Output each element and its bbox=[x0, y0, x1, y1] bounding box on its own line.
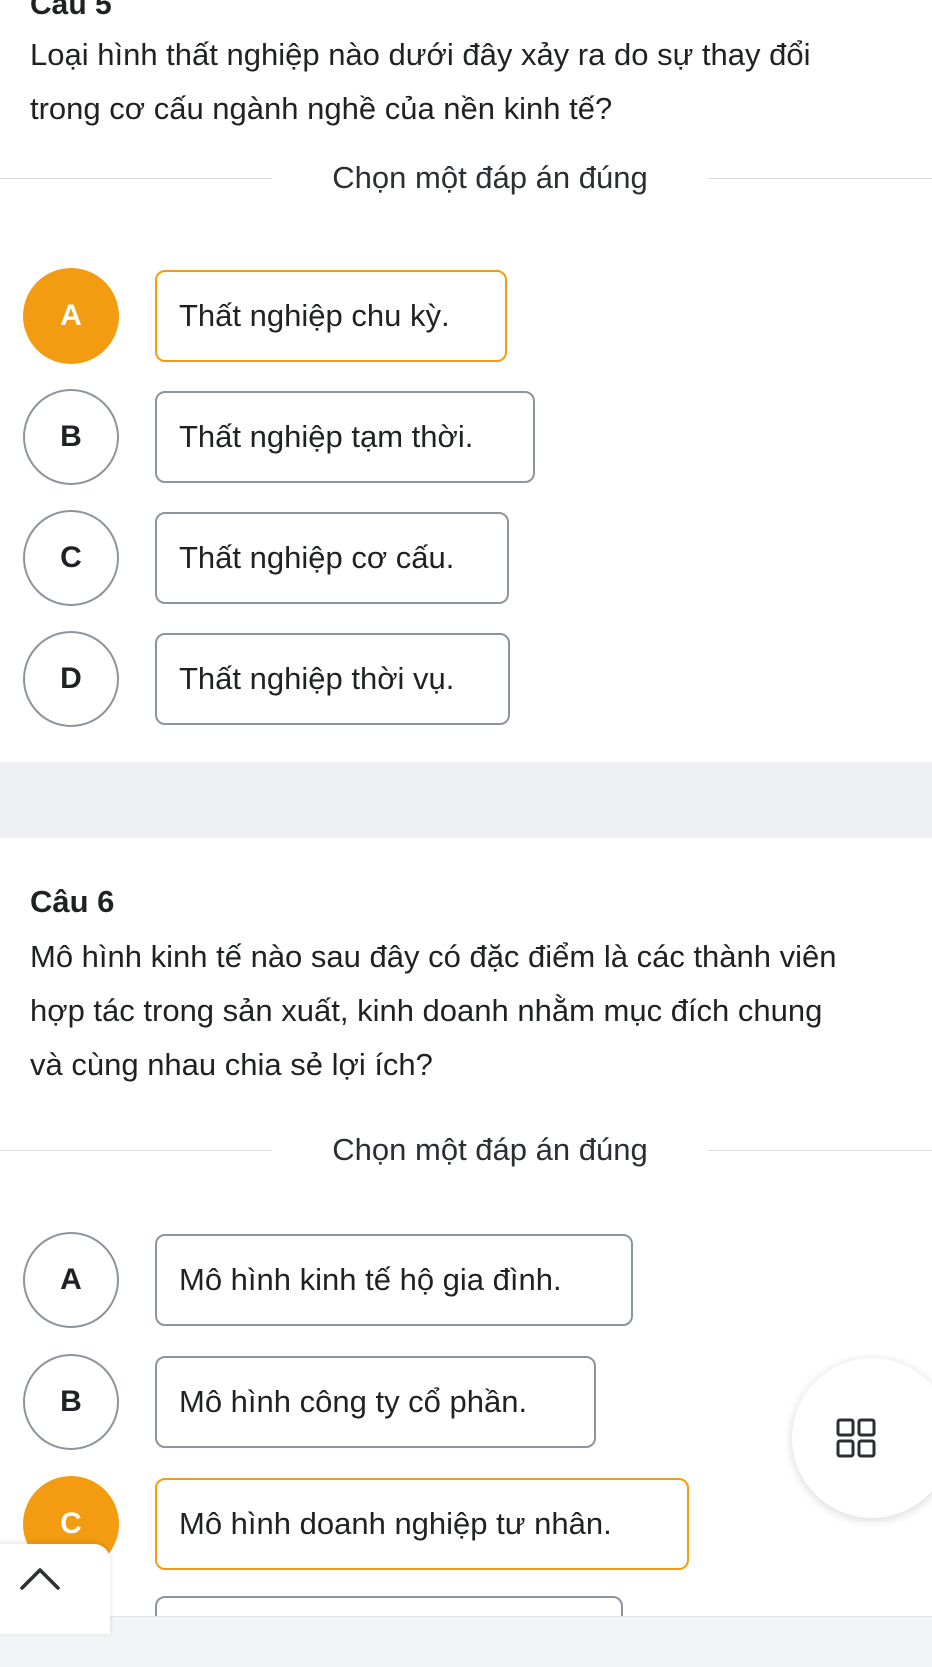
answer-prompt: Chọn một đáp án đúng bbox=[332, 1132, 648, 1167]
option-text[interactable]: Mô hình doanh nghiệp tư nhân. bbox=[155, 1478, 689, 1570]
option-text[interactable]: Mô hình công ty cổ phần. bbox=[155, 1356, 596, 1448]
quiz-page: Câu 5 Loại hình thất nghiệp nào dưới đây… bbox=[0, 0, 932, 1667]
divider-line bbox=[708, 1150, 932, 1151]
option-b[interactable]: B Thất nghiệp tạm thời. bbox=[0, 387, 932, 487]
option-text[interactable]: Thất nghiệp thời vụ. bbox=[155, 633, 510, 725]
option-a[interactable]: A Mô hình kinh tế hộ gia đình. bbox=[0, 1230, 932, 1330]
option-a[interactable]: A Thất nghiệp chu kỳ. bbox=[0, 266, 932, 366]
scroll-up-button[interactable] bbox=[0, 1544, 110, 1634]
option-letter[interactable]: D bbox=[23, 631, 119, 727]
divider-line bbox=[0, 178, 272, 179]
option-text[interactable]: Thất nghiệp chu kỳ. bbox=[155, 270, 507, 362]
answer-prompt-divider: Chọn một đáp án đúng bbox=[0, 1130, 932, 1170]
question-label: Câu 5 bbox=[30, 0, 112, 21]
divider-line bbox=[0, 1150, 272, 1151]
question-text: Loại hình thất nghiệp nào dưới đây xảy r… bbox=[30, 37, 811, 126]
option-letter[interactable]: B bbox=[23, 1354, 119, 1450]
option-text[interactable]: Thất nghiệp cơ cấu. bbox=[155, 512, 509, 604]
option-d[interactable]: D Thất nghiệp thời vụ. bbox=[0, 629, 932, 729]
grid-icon bbox=[836, 1418, 876, 1458]
chevron-up-icon bbox=[20, 1568, 60, 1590]
answer-prompt: Chọn một đáp án đúng bbox=[332, 160, 648, 195]
section-separator bbox=[0, 762, 932, 838]
option-letter[interactable]: A bbox=[23, 268, 119, 364]
option-letter[interactable]: B bbox=[23, 389, 119, 485]
option-c[interactable]: C Mô hình doanh nghiệp tư nhân. bbox=[0, 1474, 932, 1574]
answer-prompt-divider: Chọn một đáp án đúng bbox=[0, 158, 932, 198]
question-text: Mô hình kinh tế nào sau đây có đặc điểm … bbox=[30, 939, 837, 1082]
option-c[interactable]: C Thất nghiệp cơ cấu. bbox=[0, 508, 932, 608]
option-text[interactable]: Mô hình kinh tế hộ gia đình. bbox=[155, 1234, 633, 1326]
option-letter[interactable]: C bbox=[23, 510, 119, 606]
bottom-bar bbox=[0, 1616, 932, 1667]
option-text[interactable]: Thất nghiệp tạm thời. bbox=[155, 391, 535, 483]
option-letter[interactable]: A bbox=[23, 1232, 119, 1328]
question-card-5: Câu 5 Loại hình thất nghiệp nào dưới đây… bbox=[0, 0, 932, 762]
question-card-6: Câu 6 Mô hình kinh tế nào sau đây có đặc… bbox=[0, 838, 932, 1618]
question-label: Câu 6 bbox=[30, 884, 115, 919]
divider-line bbox=[708, 178, 932, 179]
